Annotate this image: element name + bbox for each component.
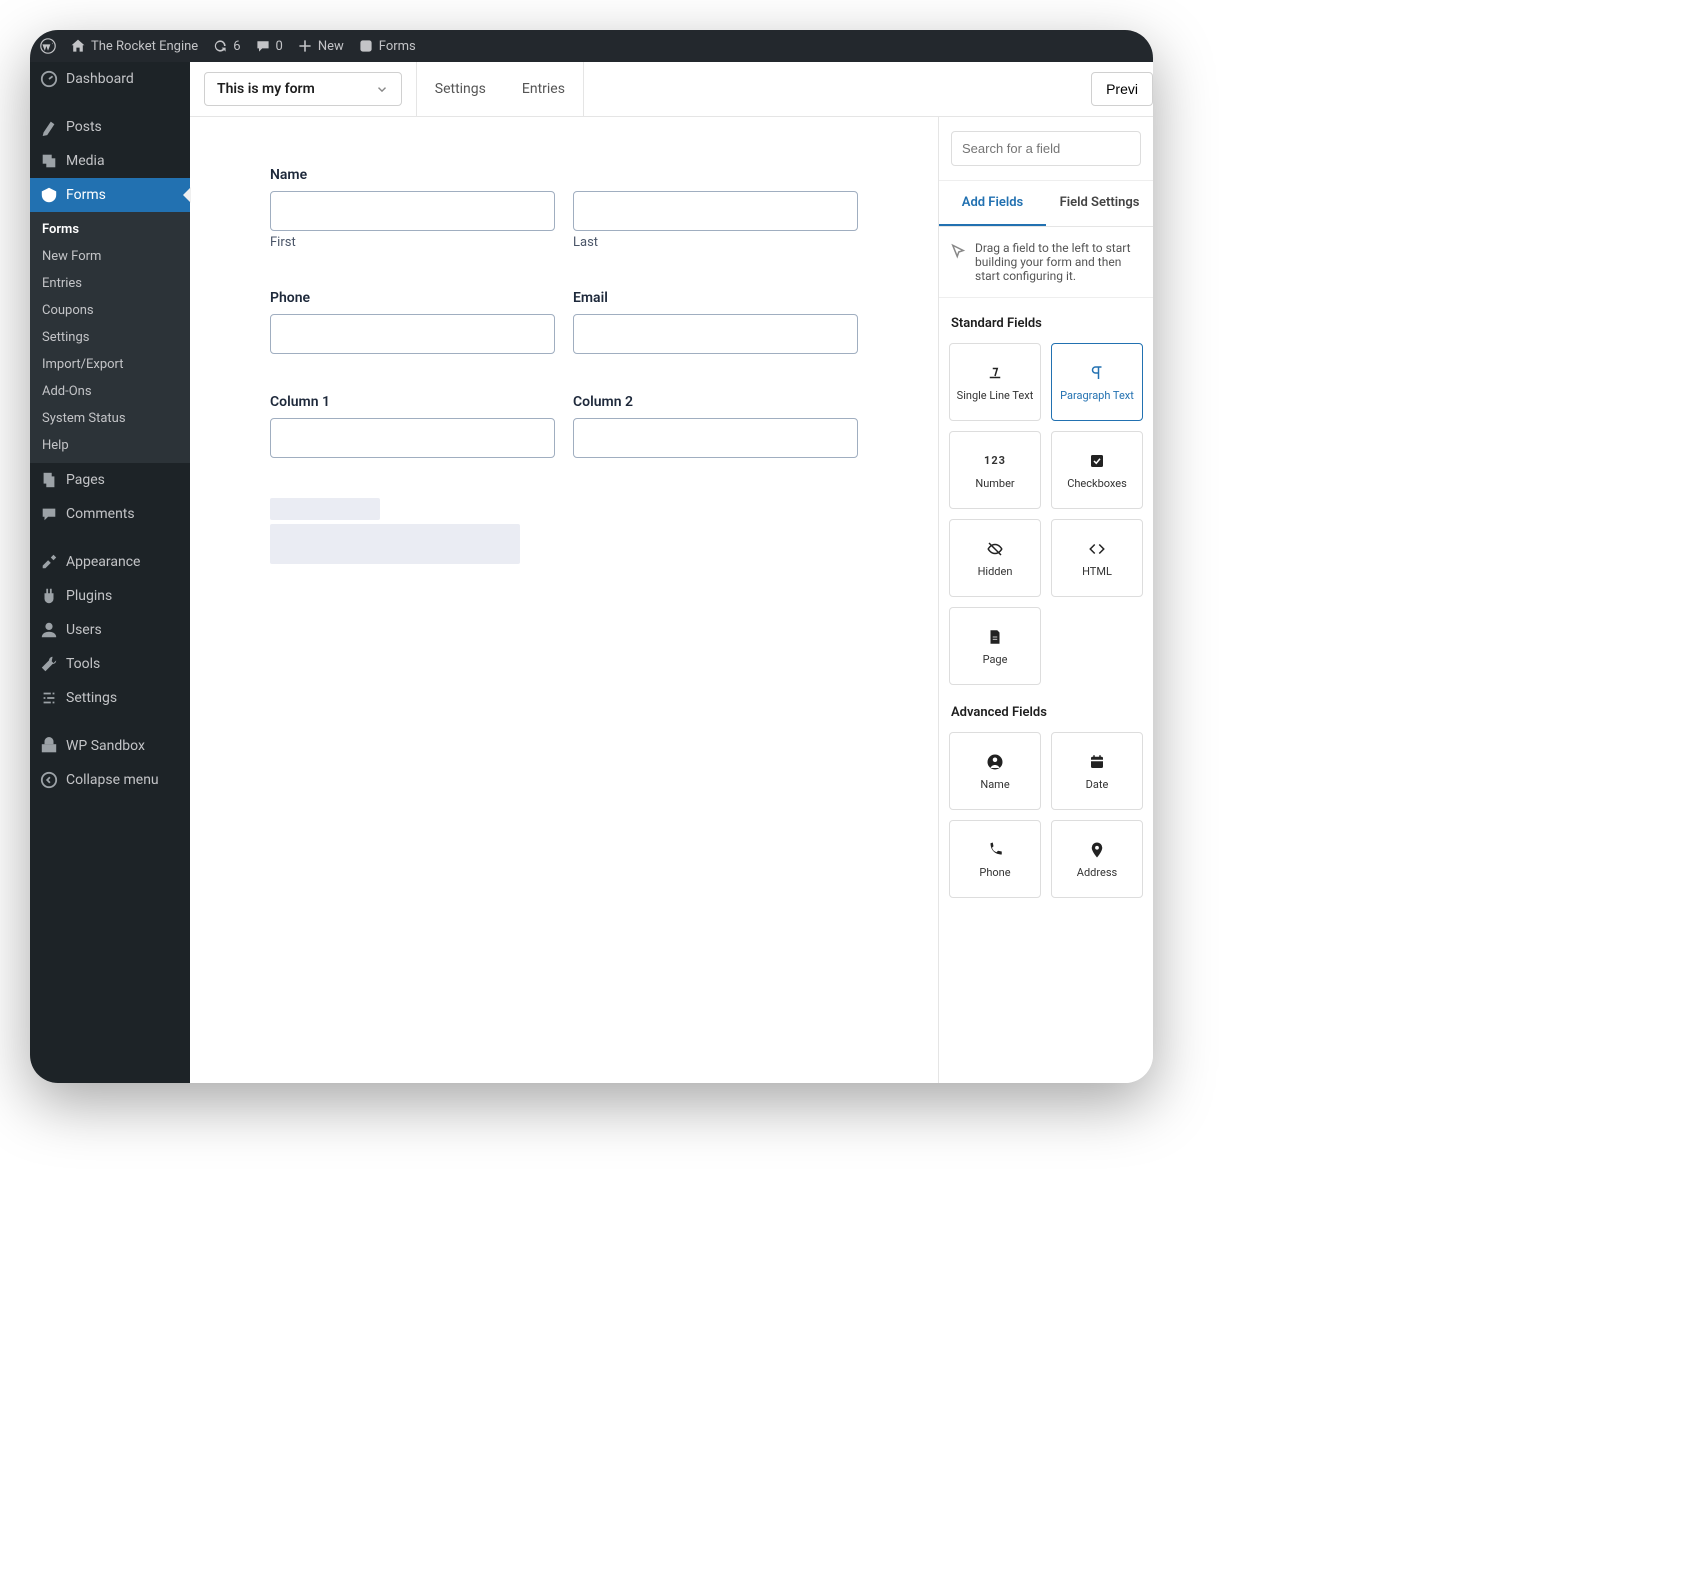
input-email[interactable]: [573, 314, 858, 354]
input-col1[interactable]: [270, 418, 555, 458]
sidebar-collapse[interactable]: Collapse menu: [30, 763, 190, 797]
paragraph-icon: [1087, 363, 1107, 383]
sidebar-sub-system-status[interactable]: System Status: [30, 405, 190, 432]
section-standard-fields: Standard Fields: [951, 316, 1143, 331]
sublabel-last: Last: [573, 235, 858, 250]
text-icon: [985, 363, 1005, 383]
sidebar-sub-settings[interactable]: Settings: [30, 324, 190, 351]
sidebar-item-settings[interactable]: Settings: [30, 681, 190, 715]
wp-logo[interactable]: [40, 38, 56, 54]
input-first-name[interactable]: [270, 191, 555, 231]
wp-admin-bar: The Rocket Engine 6 0 New Forms: [30, 30, 1153, 62]
field-column-2[interactable]: Column 2: [573, 394, 858, 458]
field-card-number[interactable]: 123Number: [949, 431, 1041, 509]
chevron-down-icon: [375, 82, 389, 96]
checkbox-icon: [1087, 451, 1107, 471]
field-label-phone: Phone: [270, 290, 555, 306]
field-label-email: Email: [573, 290, 858, 306]
comments-link[interactable]: 0: [255, 38, 283, 54]
form-selector-dropdown[interactable]: This is my form: [204, 72, 402, 106]
sidebar-sub-addons[interactable]: Add-Ons: [30, 378, 190, 405]
sidebar-sub-forms[interactable]: Forms: [30, 216, 190, 243]
field-card-html[interactable]: HTML: [1051, 519, 1143, 597]
field-column-1[interactable]: Column 1: [270, 394, 555, 458]
field-card-single-line-text[interactable]: Single Line Text: [949, 343, 1041, 421]
topbar-tab-entries[interactable]: Entries: [504, 62, 583, 116]
field-card-name[interactable]: Name: [949, 732, 1041, 810]
phone-icon: [985, 840, 1005, 860]
panel-tab-field-settings[interactable]: Field Settings: [1046, 181, 1153, 226]
field-email[interactable]: Email: [573, 290, 858, 354]
sidebar-item-appearance[interactable]: Appearance: [30, 545, 190, 579]
form-canvas: Name First Last: [190, 117, 938, 1083]
sidebar-item-forms[interactable]: Forms: [30, 178, 190, 212]
sidebar-item-users[interactable]: Users: [30, 613, 190, 647]
panel-hint: Drag a field to the left to start buildi…: [939, 227, 1153, 298]
sidebar-submenu-forms: Forms New Form Entries Coupons Settings …: [30, 212, 190, 463]
number-icon: 123: [985, 451, 1005, 471]
sidebar-item-media[interactable]: Media: [30, 144, 190, 178]
field-card-checkboxes[interactable]: Checkboxes: [1051, 431, 1143, 509]
search-input[interactable]: [951, 131, 1141, 166]
placeholder-field: [270, 524, 520, 564]
person-icon: [985, 752, 1005, 772]
field-label-col2: Column 2: [573, 394, 858, 410]
sidebar-sub-coupons[interactable]: Coupons: [30, 297, 190, 324]
sidebar-item-posts[interactable]: Posts: [30, 110, 190, 144]
sidebar-sub-help[interactable]: Help: [30, 432, 190, 459]
code-icon: [1087, 539, 1107, 559]
field-label-name: Name: [270, 167, 858, 183]
editor-topbar: This is my form Settings Entries Previ: [190, 62, 1153, 117]
field-card-address[interactable]: Address: [1051, 820, 1143, 898]
sidebar-sub-new-form[interactable]: New Form: [30, 243, 190, 270]
field-card-phone[interactable]: Phone: [949, 820, 1041, 898]
admin-sidebar: Dashboard Posts Media Forms Forms New Fo…: [30, 62, 190, 1083]
preview-button[interactable]: Previ: [1091, 72, 1153, 106]
calendar-icon: [1087, 752, 1107, 772]
sidebar-item-pages[interactable]: Pages: [30, 463, 190, 497]
input-last-name[interactable]: [573, 191, 858, 231]
page-icon: [985, 627, 1005, 647]
section-advanced-fields: Advanced Fields: [951, 705, 1143, 720]
field-name[interactable]: Name First Last: [270, 167, 858, 250]
field-card-date[interactable]: Date: [1051, 732, 1143, 810]
input-col2[interactable]: [573, 418, 858, 458]
placeholder-label: [270, 498, 380, 520]
field-phone[interactable]: Phone: [270, 290, 555, 354]
field-card-paragraph-text[interactable]: Paragraph Text: [1051, 343, 1143, 421]
cursor-icon: [949, 243, 967, 261]
panel-tab-add-fields[interactable]: Add Fields: [939, 181, 1046, 226]
field-card-page[interactable]: Page: [949, 607, 1041, 685]
site-name-link[interactable]: The Rocket Engine: [70, 38, 198, 54]
hidden-icon: [985, 539, 1005, 559]
right-panel: Add Fields Field Settings Drag a field t…: [938, 117, 1153, 1083]
sidebar-item-tools[interactable]: Tools: [30, 647, 190, 681]
forms-context-link[interactable]: Forms: [358, 38, 416, 54]
new-content-link[interactable]: New: [297, 38, 344, 54]
sidebar-item-comments[interactable]: Comments: [30, 497, 190, 531]
field-card-hidden[interactable]: Hidden: [949, 519, 1041, 597]
sidebar-item-wp-sandbox[interactable]: WP Sandbox: [30, 729, 190, 763]
sublabel-first: First: [270, 235, 555, 250]
location-icon: [1087, 840, 1107, 860]
sidebar-sub-entries[interactable]: Entries: [30, 270, 190, 297]
sidebar-item-dashboard[interactable]: Dashboard: [30, 62, 190, 96]
input-phone[interactable]: [270, 314, 555, 354]
updates-link[interactable]: 6: [212, 38, 240, 54]
sidebar-item-plugins[interactable]: Plugins: [30, 579, 190, 613]
sidebar-sub-import-export[interactable]: Import/Export: [30, 351, 190, 378]
field-label-col1: Column 1: [270, 394, 555, 410]
topbar-tab-settings[interactable]: Settings: [417, 62, 504, 116]
